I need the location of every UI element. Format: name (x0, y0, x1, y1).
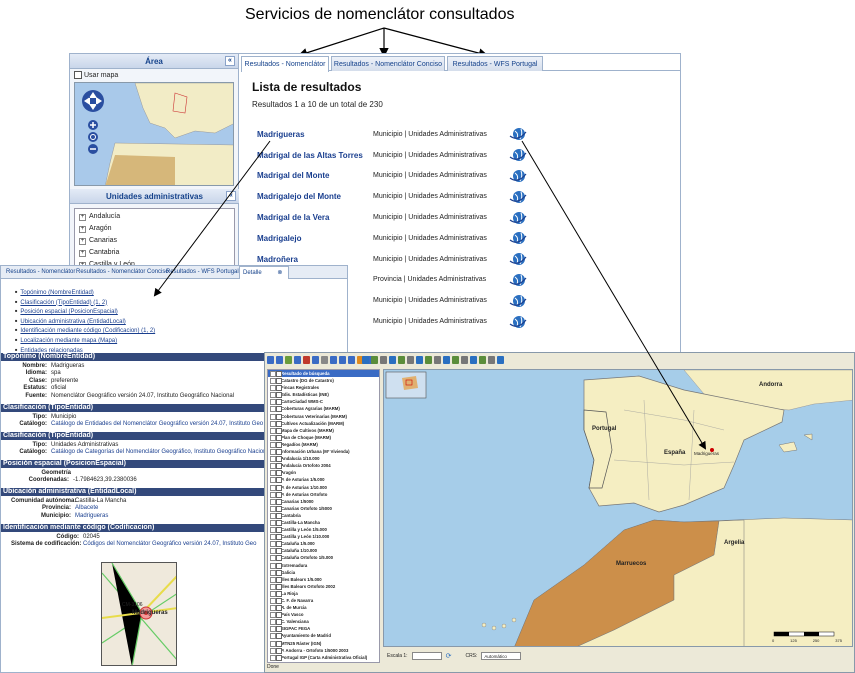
annotation-arrows-2 (153, 140, 707, 450)
